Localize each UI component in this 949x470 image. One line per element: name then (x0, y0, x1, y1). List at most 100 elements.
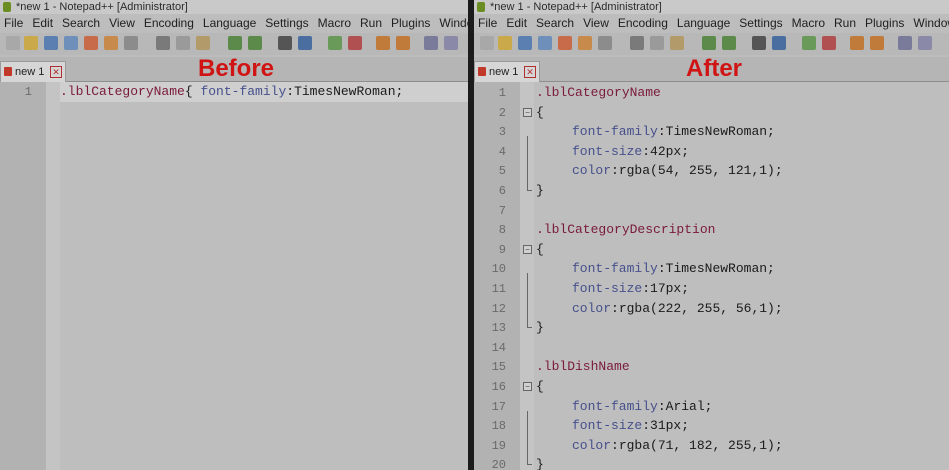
menu-search[interactable]: Search (62, 14, 100, 33)
menu-macro[interactable]: Macro (792, 14, 825, 33)
replace-icon[interactable] (772, 36, 786, 50)
word-wrap-icon[interactable] (898, 36, 912, 50)
colon: : (611, 437, 619, 453)
menu-view[interactable]: View (583, 14, 609, 33)
css-property: color (572, 163, 612, 179)
save-all-icon[interactable] (538, 36, 552, 50)
notepadpp-icon (477, 2, 485, 12)
toolbar (474, 33, 949, 55)
cut-icon[interactable] (630, 36, 644, 50)
cut-icon[interactable] (156, 36, 170, 50)
menu-encoding[interactable]: Encoding (144, 14, 194, 33)
show-symbols-icon[interactable] (444, 36, 458, 50)
sync-vertical-icon[interactable] (850, 36, 864, 50)
menu-macro[interactable]: Macro (318, 14, 351, 33)
css-selector: .lblCategoryName (536, 85, 661, 100)
css-property: font-size (572, 281, 643, 296)
close-all-icon[interactable] (578, 36, 592, 50)
code-area[interactable]: .lblCategoryName { font-family:TimesNewRom… (534, 82, 949, 470)
code-line: font-family:TimesNewRoman; (572, 122, 775, 142)
menu-run[interactable]: Run (834, 14, 856, 33)
new-file-icon[interactable] (480, 36, 494, 50)
close-all-icon[interactable] (104, 36, 118, 50)
fold-toggle-icon[interactable]: − (523, 382, 532, 391)
save-icon[interactable] (518, 36, 532, 50)
redo-icon[interactable] (722, 36, 736, 50)
close-tab-icon[interactable]: ✕ (524, 66, 536, 78)
menu-settings[interactable]: Settings (739, 14, 782, 33)
code-line: .lblDishName (536, 357, 630, 377)
copy-icon[interactable] (650, 36, 664, 50)
line-number: 10 (491, 262, 506, 277)
find-icon[interactable] (752, 36, 766, 50)
menu-plugins[interactable]: Plugins (391, 14, 430, 33)
tab-label: new 1 (15, 66, 45, 78)
fold-toggle-icon[interactable]: − (523, 244, 532, 254)
save-icon[interactable] (44, 36, 58, 50)
menu-language[interactable]: Language (677, 14, 730, 33)
menu-edit[interactable]: Edit (506, 14, 527, 33)
code-line: font-family:TimesNewRoman; (572, 259, 775, 279)
print-icon[interactable] (598, 36, 612, 50)
menu-run[interactable]: Run (360, 14, 382, 33)
menu-search[interactable]: Search (536, 14, 574, 33)
zoom-out-icon[interactable] (348, 36, 362, 50)
code-line: color:rgba(54, 255, 121,1); (572, 161, 783, 181)
css-property: color (572, 437, 612, 453)
open-file-icon[interactable] (498, 36, 512, 50)
show-symbols-icon[interactable] (918, 36, 932, 50)
brace: { (536, 241, 544, 257)
css-property: font-size (572, 143, 643, 159)
close-tab-icon[interactable]: ✕ (50, 66, 62, 78)
menu-window[interactable]: Window (439, 14, 468, 33)
line-number: 6 (498, 184, 506, 198)
menu-window[interactable]: Window (913, 14, 949, 33)
fold-guide-line (527, 273, 528, 328)
css-property: font-family (572, 261, 658, 277)
new-file-icon[interactable] (6, 36, 20, 50)
zoom-in-icon[interactable] (328, 36, 342, 50)
open-file-icon[interactable] (24, 36, 38, 50)
zoom-out-icon[interactable] (822, 36, 836, 50)
undo-icon[interactable] (228, 36, 242, 50)
code-line: } (536, 455, 544, 470)
sync-horizontal-icon[interactable] (870, 36, 884, 50)
tab-new-1[interactable]: new 1 ✕ (0, 61, 66, 82)
title-bar: *new 1 - Notepad++ [Administrator] (0, 0, 468, 14)
menu-encoding[interactable]: Encoding (618, 14, 668, 33)
copy-icon[interactable] (176, 36, 190, 50)
window-title: *new 1 - Notepad++ [Administrator] (490, 1, 662, 13)
word-wrap-icon[interactable] (424, 36, 438, 50)
line-number: 20 (491, 458, 506, 470)
find-icon[interactable] (278, 36, 292, 50)
replace-icon[interactable] (298, 36, 312, 50)
menu-edit[interactable]: Edit (32, 14, 53, 33)
menu-settings[interactable]: Settings (265, 14, 308, 33)
menu-view[interactable]: View (109, 14, 135, 33)
colon: : (611, 163, 619, 179)
undo-icon[interactable] (702, 36, 716, 50)
zoom-in-icon[interactable] (802, 36, 816, 50)
close-file-icon[interactable] (84, 36, 98, 50)
menu-plugins[interactable]: Plugins (865, 14, 904, 33)
fold-guide-line (527, 410, 528, 465)
tab-new-1[interactable]: new 1 ✕ (474, 61, 540, 82)
fold-toggle-icon[interactable]: − (523, 107, 532, 117)
colon: : (657, 398, 666, 414)
sync-horizontal-icon[interactable] (396, 36, 410, 50)
code-editor[interactable]: 1 .lblCategoryName{ font-family:TimesNew… (0, 82, 468, 470)
close-file-icon[interactable] (558, 36, 572, 50)
menu-file[interactable]: File (4, 14, 23, 33)
menu-file[interactable]: File (478, 14, 497, 33)
code-area[interactable]: .lblCategoryName{ font-family:TimesNewRo… (60, 82, 468, 470)
save-all-icon[interactable] (64, 36, 78, 50)
code-editor[interactable]: − − − .lblCategoryName { font-family:TimesNe… (474, 82, 949, 470)
redo-icon[interactable] (248, 36, 262, 50)
paste-icon[interactable] (196, 36, 210, 50)
sync-vertical-icon[interactable] (376, 36, 390, 50)
menu-language[interactable]: Language (203, 14, 256, 33)
line-number: 1 (24, 85, 32, 99)
print-icon[interactable] (124, 36, 138, 50)
paste-icon[interactable] (670, 36, 684, 50)
brace: } (536, 457, 544, 470)
